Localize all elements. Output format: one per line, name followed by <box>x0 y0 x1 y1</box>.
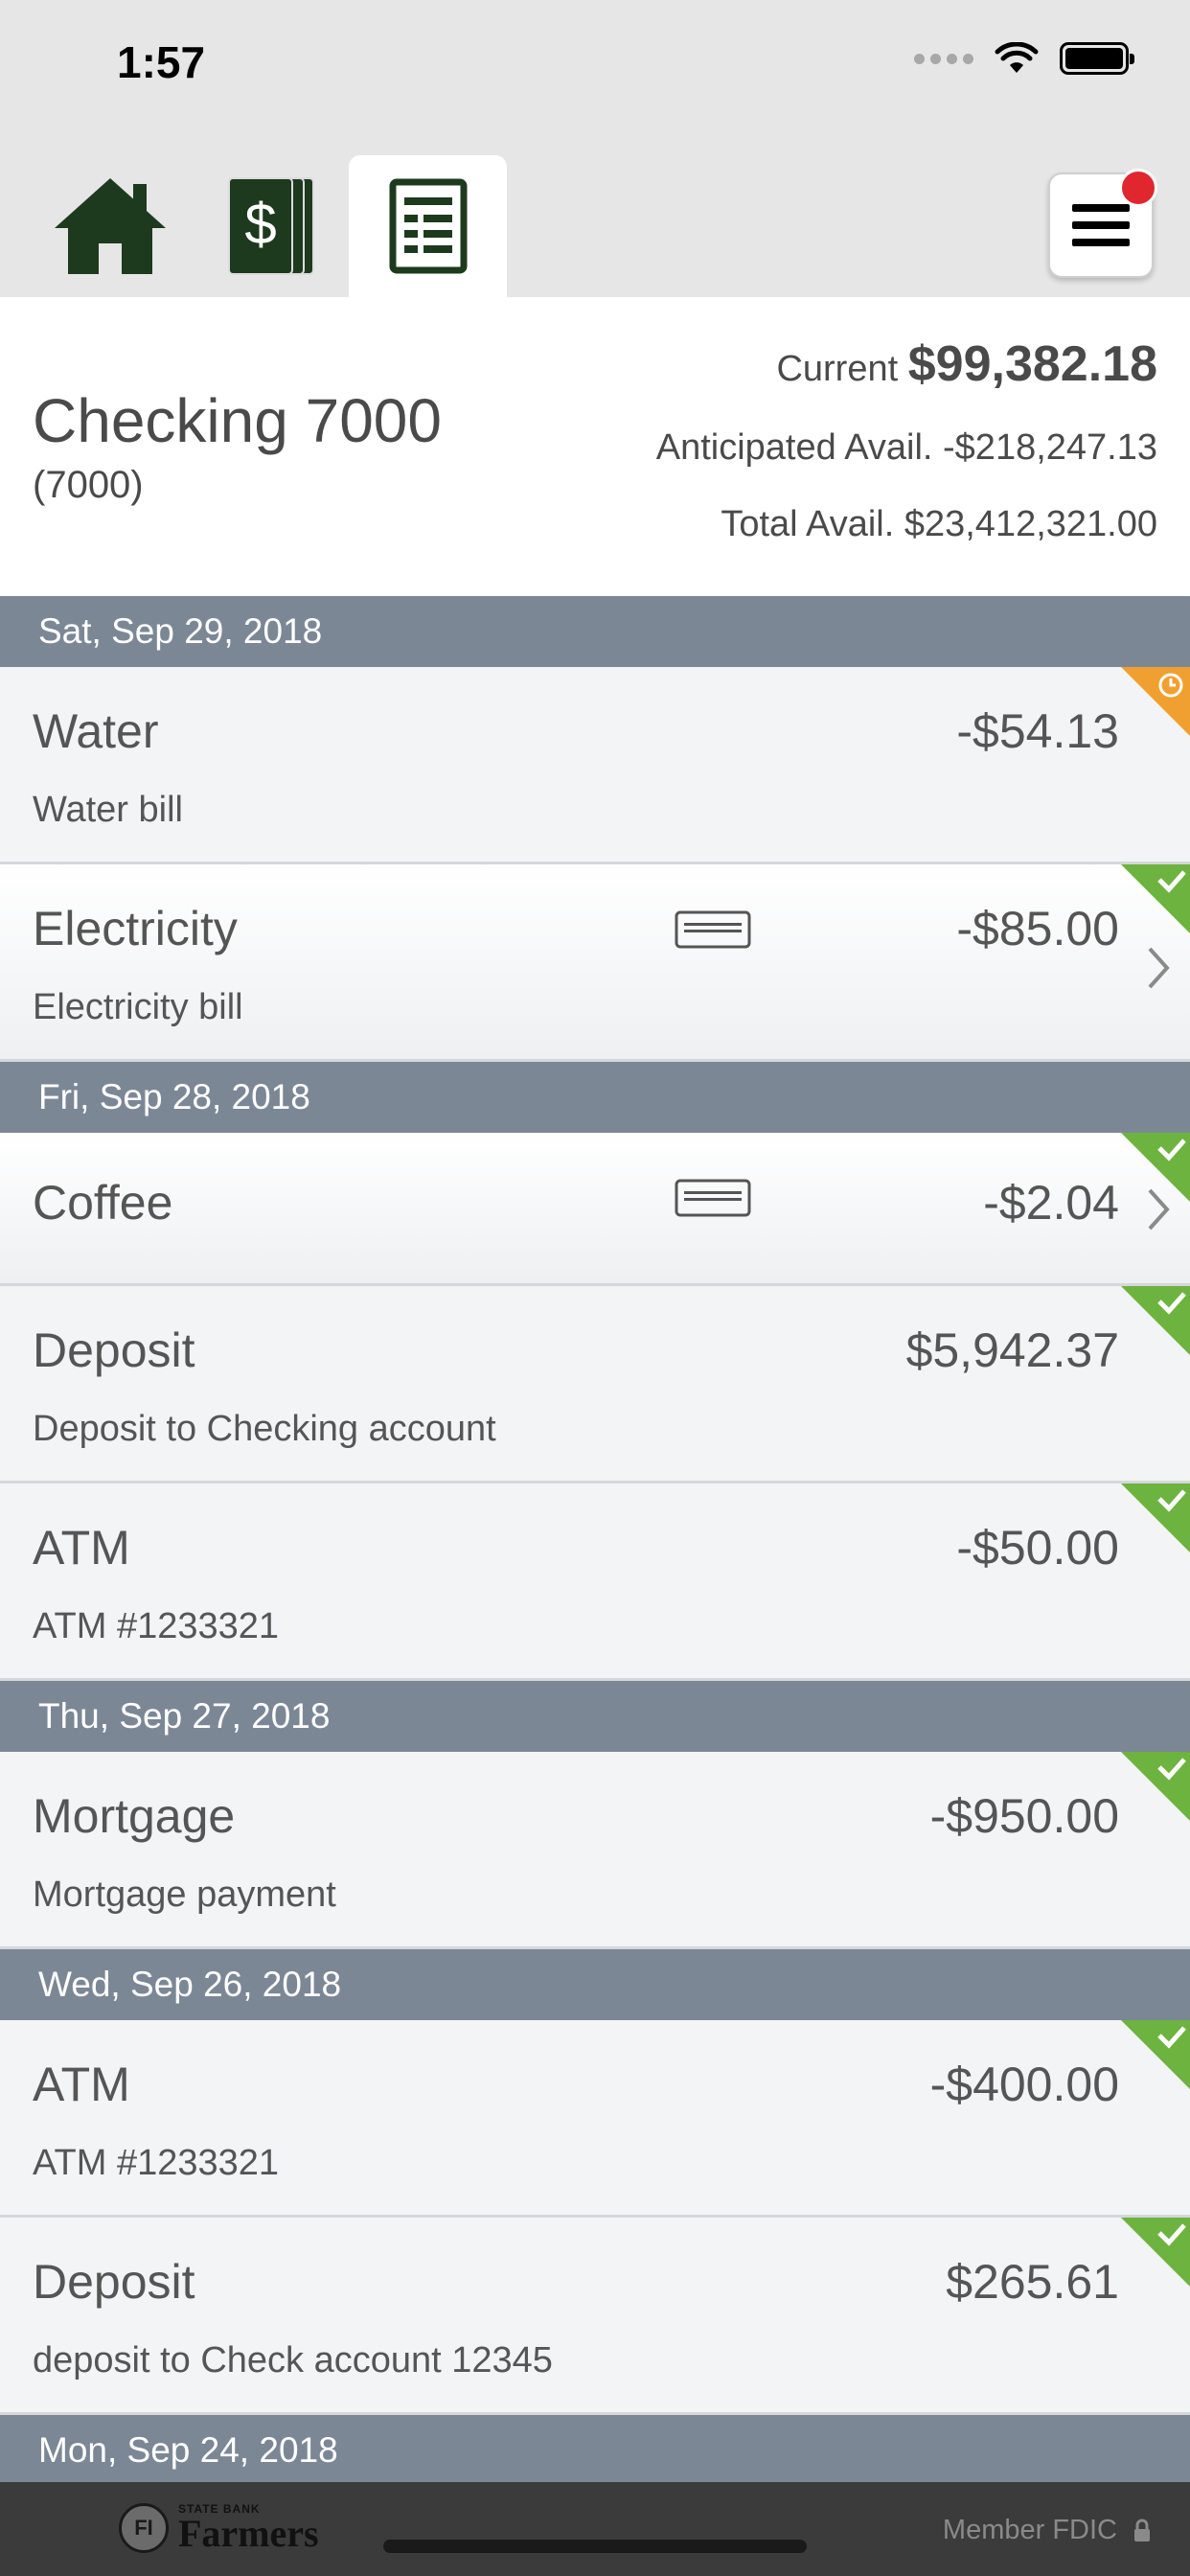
transaction-row[interactable]: Deposit deposit to Check account 12345 $… <box>0 2218 1190 2415</box>
logo-big-text: Farmers <box>178 2512 319 2555</box>
transaction-title: Water <box>33 704 159 758</box>
current-balance-value: $99,382.18 <box>907 336 1157 392</box>
transaction-description: Electricity bill <box>33 987 243 1027</box>
bank-logo: FI STATE BANK Farmers <box>119 2503 319 2553</box>
cleared-check-icon <box>1121 1484 1190 1552</box>
transaction-description: Water bill <box>33 790 183 830</box>
transaction-amount: -$400.00 <box>929 2058 1119 2111</box>
tab-register[interactable] <box>349 155 507 297</box>
transaction-amount: $5,942.37 <box>905 1323 1119 1377</box>
transaction-amount: -$2.04 <box>983 1176 1119 1230</box>
wifi-icon <box>995 42 1039 73</box>
transaction-description: Mortgage payment <box>33 1874 336 1915</box>
transaction-row[interactable]: Coffee -$2.04 <box>0 1133 1190 1286</box>
transaction-description: ATM #1233321 <box>33 1606 280 1646</box>
card-icon <box>675 910 751 949</box>
transaction-title: ATM <box>33 1521 130 1575</box>
total-available-value: $23,412,321.00 <box>904 504 1157 544</box>
transaction-row[interactable]: Deposit Deposit to Checking account $5,9… <box>0 1286 1190 1484</box>
date-header: Fri, Sep 28, 2018 <box>0 1062 1190 1133</box>
status-icons <box>914 42 1134 75</box>
account-number: (7000) <box>33 464 144 506</box>
transaction-title: Deposit <box>33 1323 195 1377</box>
transaction-amount: -$54.13 <box>956 704 1119 758</box>
home-indicator[interactable] <box>383 2540 807 2553</box>
home-icon <box>54 178 166 274</box>
transaction-title: ATM <box>33 2058 130 2111</box>
bank-seal-icon: FI <box>119 2503 169 2553</box>
cleared-check-icon <box>1121 1286 1190 1355</box>
transaction-title: Deposit <box>33 2255 195 2309</box>
cleared-check-icon <box>1121 1133 1190 1202</box>
status-time: 1:57 <box>117 37 206 87</box>
card-icon <box>675 1179 751 1217</box>
top-navigation: $ <box>0 134 1190 297</box>
transaction-row[interactable]: Water Water bill -$54.13 <box>0 667 1190 864</box>
fdic-notice: Member FDIC <box>943 2515 1152 2546</box>
transaction-title: Mortgage <box>33 1789 236 1843</box>
account-summary: Checking 7000 (7000) Current $99,382.18 … <box>0 297 1190 596</box>
anticipated-balance: Anticipated Avail. -$218,247.13 <box>656 428 1157 467</box>
account-balances: Current $99,382.18 Anticipated Avail. -$… <box>656 339 1157 543</box>
transaction-amount: $265.61 <box>946 2255 1119 2309</box>
pending-clock-icon <box>1121 667 1190 736</box>
register-icon <box>389 178 467 274</box>
transaction-row[interactable]: Electricity Electricity bill -$85.00 <box>0 864 1190 1062</box>
svg-text:$: $ <box>244 192 276 256</box>
account-name: Checking 7000 <box>33 386 442 455</box>
transaction-title: Electricity <box>33 902 238 955</box>
current-balance-label: Current <box>776 349 899 389</box>
transaction-row[interactable]: ATM ATM #1233321 -$50.00 <box>0 1484 1190 1681</box>
transaction-description: ATM #1233321 <box>33 2143 280 2183</box>
hamburger-menu-icon <box>1072 204 1130 246</box>
transaction-amount: -$950.00 <box>929 1789 1119 1843</box>
tab-home[interactable] <box>31 155 189 297</box>
status-bar: 1:57 <box>0 0 1190 134</box>
battery-icon <box>1060 42 1134 75</box>
cellular-signal-icon <box>914 53 973 64</box>
transaction-amount: -$50.00 <box>956 1521 1119 1575</box>
transaction-description: deposit to Check account 12345 <box>33 2340 553 2380</box>
anticipated-balance-label: Anticipated Avail. <box>655 427 933 468</box>
transaction-list: Sat, Sep 29, 2018 Water Water bill -$54.… <box>0 596 1190 2486</box>
cleared-check-icon <box>1121 864 1190 933</box>
cleared-check-icon <box>1121 2218 1190 2287</box>
date-header: Thu, Sep 27, 2018 <box>0 1681 1190 1752</box>
anticipated-balance-value: -$218,247.13 <box>943 427 1157 468</box>
total-available-label: Total Avail. <box>721 504 895 544</box>
date-header: Wed, Sep 26, 2018 <box>0 1949 1190 2020</box>
chevron-right-icon <box>1148 947 1170 989</box>
fdic-text: Member FDIC <box>942 2515 1117 2545</box>
money-icon: $ <box>227 177 314 275</box>
current-balance: Current $99,382.18 <box>656 339 1157 389</box>
date-header: Mon, Sep 24, 2018 <box>0 2415 1190 2486</box>
transaction-amount: -$85.00 <box>956 902 1119 955</box>
tab-accounts[interactable]: $ <box>192 155 350 297</box>
lock-icon <box>1134 2518 1150 2542</box>
footer: FI STATE BANK Farmers Member FDIC <box>0 2482 1190 2576</box>
transaction-row[interactable]: Mortgage Mortgage payment -$950.00 <box>0 1752 1190 1949</box>
transaction-description: Deposit to Checking account <box>33 1409 496 1449</box>
date-header: Sat, Sep 29, 2018 <box>0 596 1190 667</box>
transaction-title: Coffee <box>33 1176 173 1230</box>
transaction-row[interactable]: ATM ATM #1233321 -$400.00 <box>0 2020 1190 2218</box>
cleared-check-icon <box>1121 2020 1190 2089</box>
menu-button[interactable] <box>1048 169 1157 278</box>
total-available-balance: Total Avail. $23,412,321.00 <box>656 505 1157 543</box>
notification-badge <box>1119 169 1157 207</box>
cleared-check-icon <box>1121 1752 1190 1821</box>
